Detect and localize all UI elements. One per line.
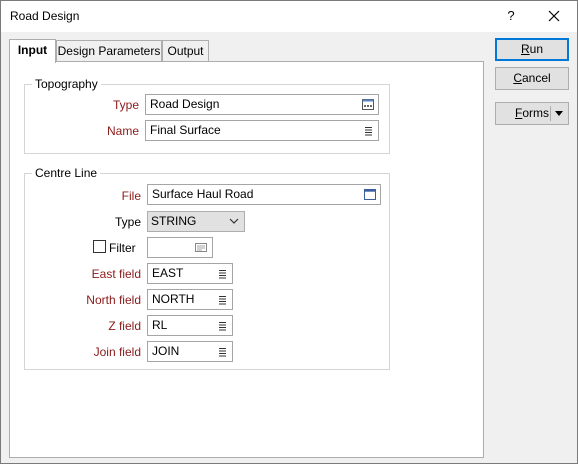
input-tab-panel: Topography Type Road Design Name Final S…: [9, 61, 484, 458]
tab-design-parameters[interactable]: Design Parameters: [56, 40, 162, 62]
topography-type-field[interactable]: Road Design: [145, 94, 379, 115]
list-icon[interactable]: [216, 316, 228, 335]
centre-line-type-select[interactable]: STRING: [147, 211, 245, 232]
filter-expression-icon[interactable]: [194, 238, 208, 257]
tab-output[interactable]: Output: [162, 40, 209, 62]
north-field-label: North field: [86, 293, 141, 307]
north-field-input[interactable]: NORTH: [147, 289, 233, 310]
forms-dropdown-divider: [550, 106, 551, 121]
centre-line-file-field[interactable]: Surface Haul Road: [147, 184, 381, 205]
topography-group-title: Topography: [32, 77, 101, 91]
cancel-label: ancel: [521, 71, 551, 85]
centre-line-type-value: STRING: [151, 214, 197, 228]
centre-line-group-title: Centre Line: [32, 166, 101, 180]
run-button[interactable]: Run: [495, 38, 569, 61]
centre-line-file-value: Surface Haul Road: [152, 187, 254, 201]
east-field-input[interactable]: EAST: [147, 263, 233, 284]
caret-down-icon[interactable]: [555, 111, 563, 117]
chevron-down-icon: [229, 218, 239, 224]
join-field-label: Join field: [93, 345, 141, 359]
forms-label: orms: [522, 106, 550, 120]
topography-type-value: Road Design: [150, 97, 220, 111]
ellipsis-box-icon[interactable]: [362, 95, 374, 114]
centre-line-file-label: File: [121, 189, 141, 203]
forms-button[interactable]: Forms: [495, 102, 569, 125]
window-title: Road Design: [10, 9, 80, 23]
topography-name-label: Name: [106, 124, 139, 138]
north-field-value: NORTH: [152, 292, 195, 306]
join-field-value: JOIN: [152, 344, 180, 358]
topography-name-value: Final Surface: [150, 123, 221, 137]
z-field-input[interactable]: RL: [147, 315, 233, 336]
filter-label: Filter: [109, 241, 136, 255]
topography-group: Topography Type Road Design Name Final S…: [24, 77, 390, 154]
help-button[interactable]: ?: [497, 4, 525, 28]
file-browse-icon[interactable]: [364, 185, 376, 204]
z-field-value: RL: [152, 318, 168, 332]
close-icon: [548, 10, 560, 22]
title-bar: Road Design ?: [1, 1, 577, 32]
z-field-label: Z field: [108, 319, 141, 333]
tab-input[interactable]: Input: [9, 39, 56, 63]
list-icon[interactable]: [216, 264, 228, 283]
run-label: un: [529, 42, 544, 56]
centre-line-type-label: Type: [114, 215, 141, 229]
list-icon[interactable]: [216, 290, 228, 309]
join-field-input[interactable]: JOIN: [147, 341, 233, 362]
filter-checkbox[interactable]: [93, 240, 106, 253]
filter-field[interactable]: [147, 237, 213, 258]
run-accesskey: R: [520, 42, 530, 56]
cancel-button[interactable]: Cancel: [495, 67, 569, 90]
topography-name-field[interactable]: Final Surface: [145, 120, 379, 141]
list-icon[interactable]: [362, 121, 374, 140]
close-button[interactable]: [539, 4, 569, 28]
topography-type-label: Type: [112, 98, 139, 112]
east-field-value: EAST: [152, 266, 184, 280]
road-design-dialog: Road Design ? Input Design Parameters Ou…: [0, 0, 578, 464]
centre-line-group: Centre Line File Surface Haul Road Type …: [24, 166, 390, 370]
cancel-accesskey: C: [513, 71, 522, 85]
east-field-label: East field: [91, 267, 141, 281]
list-icon[interactable]: [216, 342, 228, 361]
